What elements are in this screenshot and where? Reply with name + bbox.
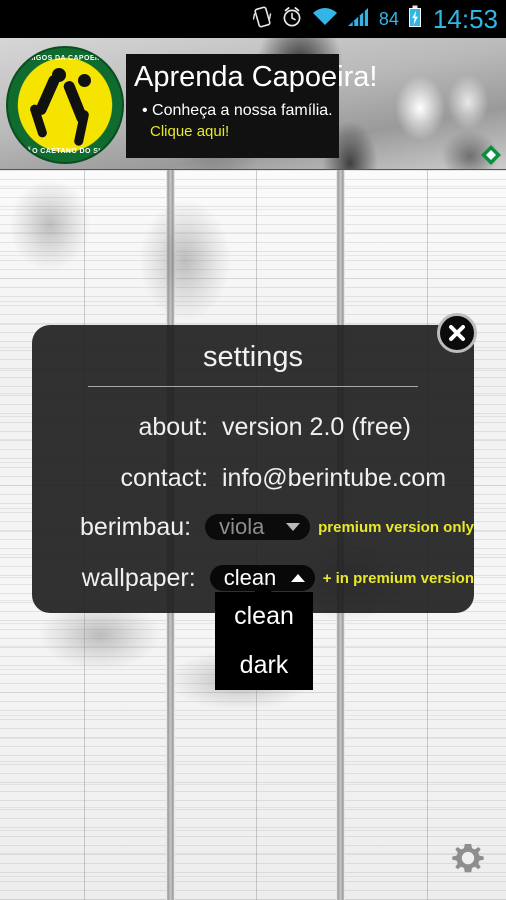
about-value: version 2.0 (free) — [222, 412, 411, 441]
ad-headline: Aprenda Capoeira! — [134, 61, 378, 93]
admob-diamond-icon[interactable] — [480, 144, 502, 166]
alarm-clock-icon — [281, 5, 303, 33]
ad-bullet-text: • Conheça a nossa família. — [142, 102, 333, 119]
chevron-down-icon — [286, 523, 301, 531]
wifi-icon — [312, 7, 338, 32]
close-dialog-button[interactable] — [437, 313, 477, 353]
settings-row-berimbau: berimbau: viola premium version only — [32, 507, 474, 547]
battery-percent-label: 84 — [378, 8, 399, 29]
dialog-divider — [88, 386, 418, 387]
berimbau-selected-value: viola — [219, 514, 265, 539]
dropdown-option-dark[interactable]: dark — [215, 641, 313, 690]
battery-charging-icon — [408, 5, 422, 33]
berimbau-select[interactable]: viola — [205, 514, 311, 540]
dialog-title: settings — [203, 341, 303, 373]
ad-call-to-action[interactable]: Clique aqui! — [150, 124, 229, 140]
contact-label: contact: — [120, 463, 208, 492]
berimbau-label: berimbau: — [79, 512, 192, 541]
about-label: about: — [138, 412, 208, 441]
settings-row-about: about: version 2.0 (free) — [32, 407, 474, 447]
close-icon — [449, 325, 465, 341]
vibrate-icon — [252, 5, 272, 34]
logo-bottom-text: SÃO CAETANO DO SUL — [21, 148, 109, 155]
dropdown-option-clean[interactable]: clean — [215, 592, 313, 641]
chevron-up-icon — [290, 574, 305, 582]
settings-row-contact: contact: info@berintube.com — [32, 458, 474, 498]
wallpaper-dropdown-list: clean dark — [215, 584, 313, 690]
dropdown-notch — [253, 584, 273, 593]
settings-dialog: settings about: version 2.0 (free) conta… — [32, 325, 474, 613]
wallpaper-label: wallpaper: — [81, 563, 196, 592]
wallpaper-premium-hint: + in premium version — [322, 569, 474, 587]
capoeira-logo: AMIGOS DA CAPOEIRA SÃO CAETANO DO SUL — [6, 46, 124, 164]
gear-icon[interactable] — [448, 838, 488, 878]
signal-bars-icon — [347, 7, 369, 32]
berimbau-premium-hint: premium version only — [318, 518, 474, 536]
logo-top-text: AMIGOS DA CAPOEIRA — [21, 55, 109, 62]
app-screen: 84 14:53 AMIGOS DA CAPOEIRA SÃO CAETANO … — [0, 0, 506, 900]
contact-value[interactable]: info@berintube.com — [222, 464, 446, 493]
ad-banner[interactable]: AMIGOS DA CAPOEIRA SÃO CAETANO DO SUL Ap… — [0, 38, 506, 170]
status-bar: 84 14:53 — [0, 0, 506, 38]
status-bar-clock: 14:53 — [432, 4, 498, 34]
